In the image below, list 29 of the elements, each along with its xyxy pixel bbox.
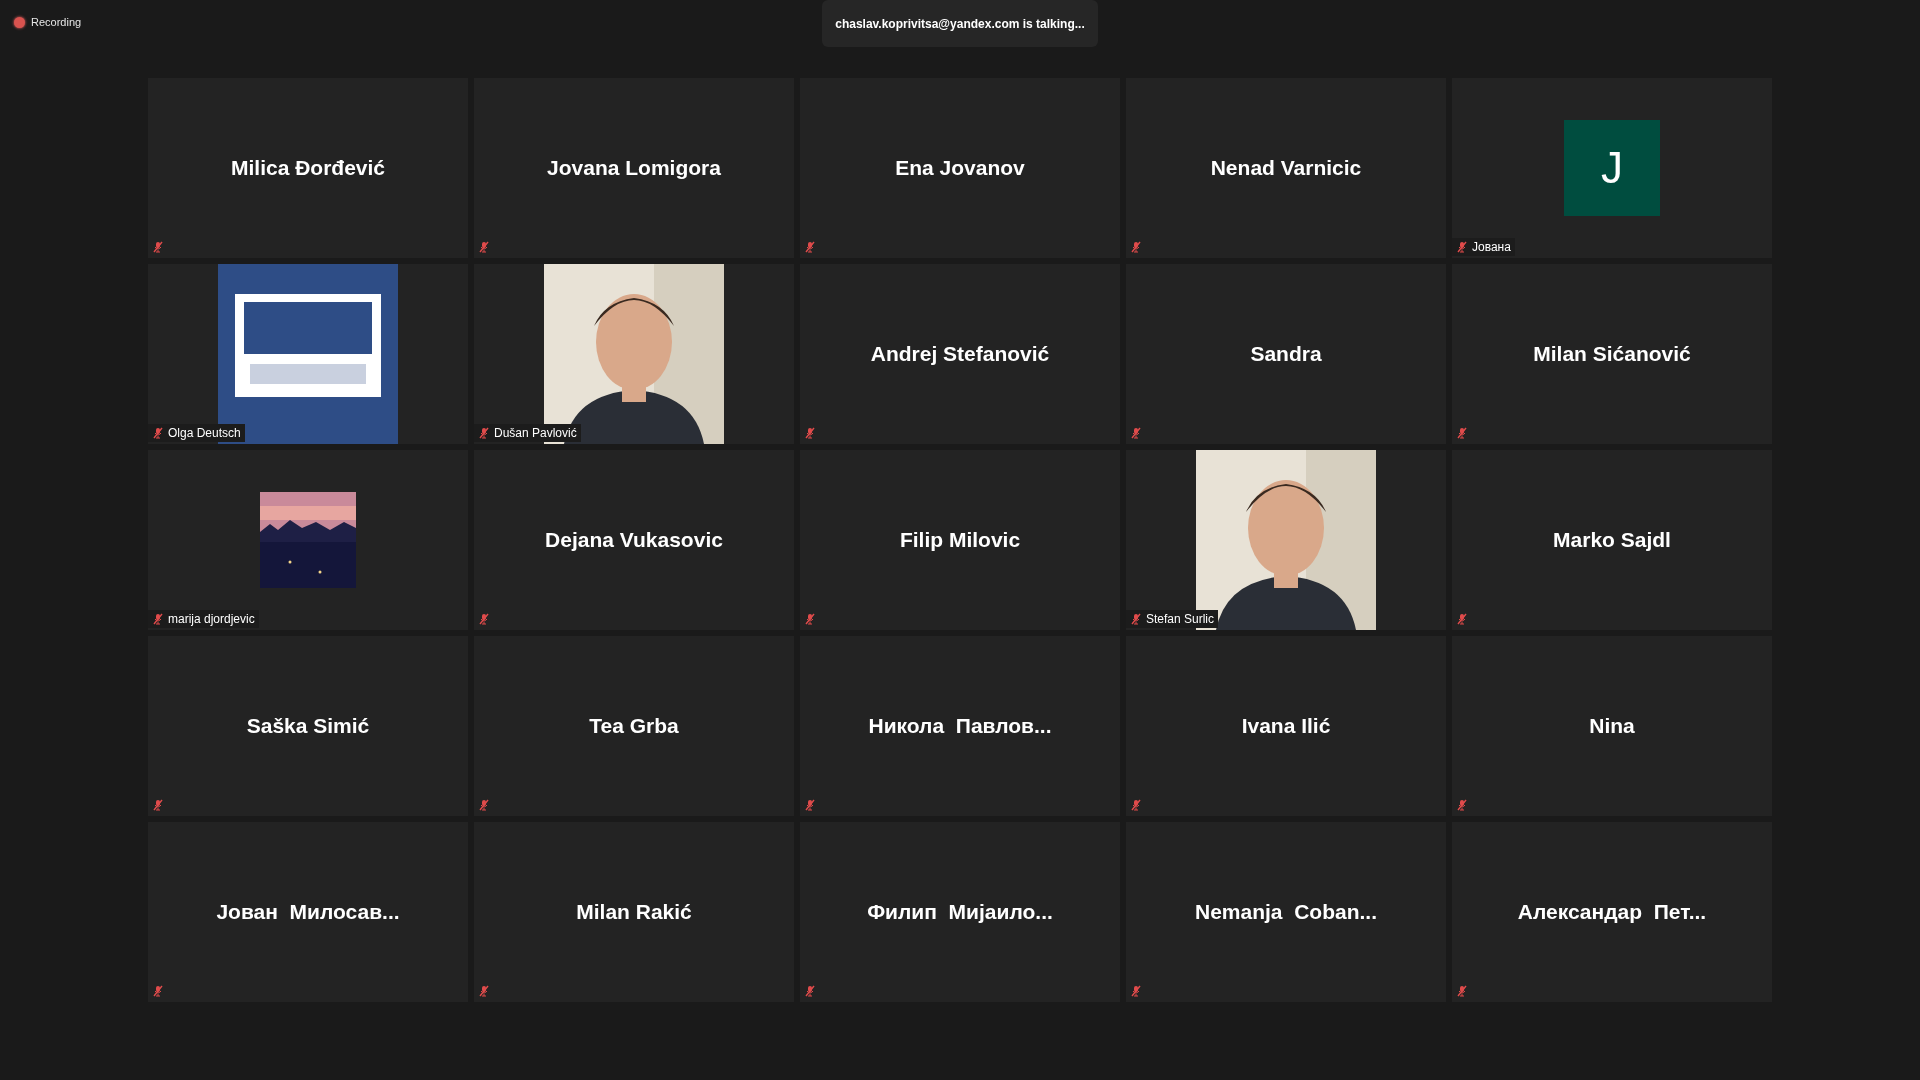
- participant-name: Saška Simić: [246, 713, 370, 740]
- participant-name: Milan Rakić: [576, 899, 692, 926]
- participant-name: Marko Sajdl: [1553, 527, 1671, 554]
- participant-name: Јован Милосав...: [216, 899, 400, 926]
- participant-name: Jovana Lomigora: [547, 155, 721, 182]
- avatar-initial: J: [1564, 120, 1660, 216]
- participant-name: Filip Milovic: [899, 527, 1021, 554]
- participant-name: Andrej Stefanović: [870, 341, 1050, 368]
- participant-name: Milan Sićanović: [1533, 341, 1691, 368]
- participant-name: Nenad Varnicic: [1210, 155, 1362, 182]
- participant-label: Dušan Pavlović: [494, 425, 577, 442]
- participant-name: Sandra: [1250, 341, 1322, 368]
- participant-name: Филип Мијаило...: [867, 899, 1053, 926]
- participant-label: Јована: [1472, 239, 1511, 256]
- participant-name: Никола Павлов...: [868, 713, 1052, 740]
- participant-name: Ena Jovanov: [895, 155, 1025, 182]
- participant-name: Tea Grba: [589, 713, 679, 740]
- recording-icon: [14, 16, 25, 28]
- participant-name: Nina: [1589, 713, 1635, 740]
- participant-name: Milica Đorđević: [230, 155, 386, 182]
- recording-label: Recording: [31, 15, 82, 30]
- participant-name: Александар Пет...: [1517, 899, 1707, 926]
- participant-label: marija djordjevic: [168, 611, 255, 628]
- participant-name: Dejana Vukasovic: [545, 527, 723, 554]
- participant-name: Nemanja Coban...: [1194, 899, 1377, 926]
- participant-label: Stefan Surlic: [1146, 611, 1215, 628]
- participant-name: Ivana Ilić: [1241, 713, 1331, 740]
- talking-banner: chaslav.koprivitsa@yandex.com is talking...: [822, 0, 1098, 47]
- participant-label: Olga Deutsch: [168, 425, 241, 442]
